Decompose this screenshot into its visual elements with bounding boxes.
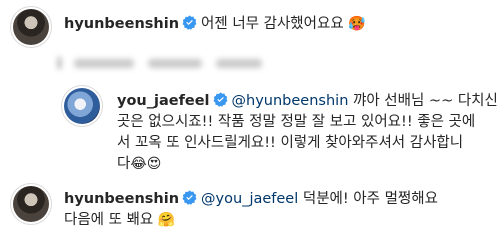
comment-2: you_jaefeel @hyunbeenshin 꺄아 선배님 ~~ 다치신 곳… bbox=[61, 85, 498, 175]
comment-1: hyunbeenshin 어젠 너무 감사했어요요 🥵 bbox=[10, 6, 366, 48]
avatar-ring[interactable] bbox=[61, 85, 103, 127]
avatar-ring[interactable] bbox=[10, 6, 52, 48]
verified-badge-icon bbox=[213, 92, 227, 107]
username[interactable]: hyunbeenshin bbox=[64, 191, 179, 207]
avatar[interactable] bbox=[64, 88, 100, 124]
emoji: 🤗 bbox=[157, 212, 176, 228]
blurred-content bbox=[52, 51, 272, 75]
comment-text-line-2: 곳은 없으시죠!! 작품 정말 정말 잘 보고 있어요!! 좋은 곳에 bbox=[117, 114, 476, 130]
avatar-ring[interactable] bbox=[10, 183, 52, 225]
comment-text-line-3: 서 꼬옥 또 인사드릴게요!! 이렇게 찾아와주셔서 감사합니 bbox=[117, 135, 464, 151]
username[interactable]: hyunbeenshin bbox=[64, 16, 179, 32]
username[interactable]: you_jaefeel bbox=[117, 93, 210, 109]
verified-badge-icon bbox=[182, 15, 197, 30]
avatar[interactable] bbox=[13, 9, 49, 45]
comment-text-line-4: 다 bbox=[117, 156, 131, 172]
comment-text: 어젠 너무 감사했어요요 bbox=[201, 16, 344, 32]
emoji: 🥵 bbox=[348, 16, 366, 32]
emoji: 😂😍 bbox=[130, 156, 162, 172]
verified-badge-icon bbox=[182, 190, 197, 205]
comment-text-line-1: 덕분에! 아주 멀쩡해요 bbox=[298, 191, 438, 207]
comment-text-line-1: 꺄아 선배님 ~~ 다치신 bbox=[348, 93, 498, 109]
comment-3: hyunbeenshin @you_jaefeel 덕분에! 아주 멀쩡해요 다음… bbox=[10, 183, 438, 231]
mention-link[interactable]: @hyunbeenshin bbox=[232, 93, 349, 109]
avatar[interactable] bbox=[13, 186, 49, 222]
mention-link[interactable]: @you_jaefeel bbox=[201, 191, 298, 207]
comment-text-line-2: 다음에 또 봬요 bbox=[64, 212, 154, 228]
